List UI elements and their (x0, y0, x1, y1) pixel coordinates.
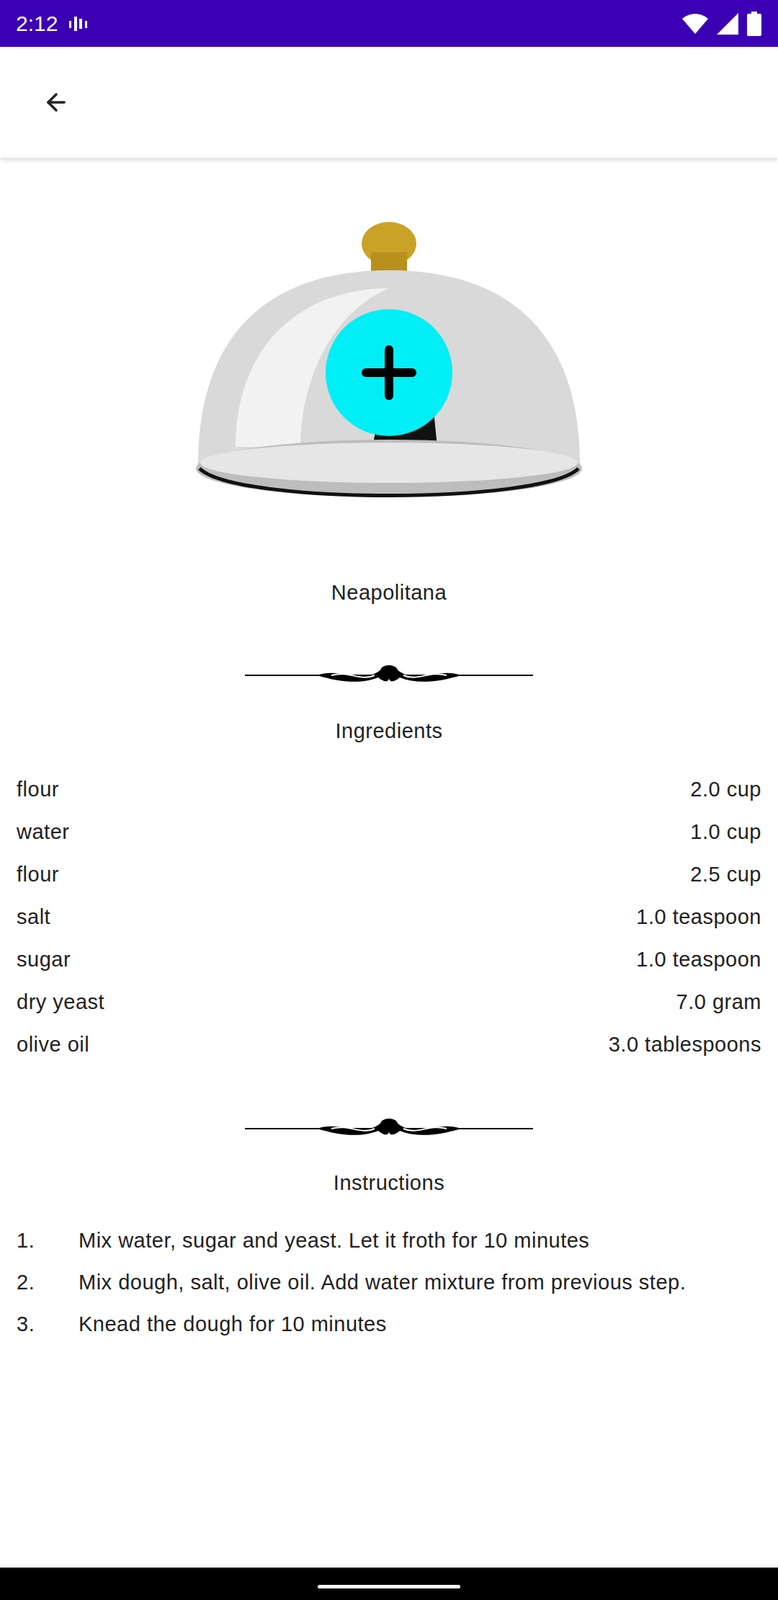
step-number: 2. (16, 1262, 79, 1301)
back-arrow-icon (42, 88, 70, 116)
back-button[interactable] (41, 87, 71, 117)
app-bar (0, 46, 778, 158)
ingredient-amount: 3.0 tablespoons (608, 1028, 762, 1061)
home-handle[interactable] (317, 1584, 461, 1588)
ingredient-amount: 1.0 teaspoon (636, 901, 762, 933)
ingredient-row: flour 2.5 cup (16, 852, 762, 896)
ingredient-row: flour 2.0 cup (16, 767, 762, 811)
status-time: 2:12 (15, 7, 58, 40)
ingredient-amount: 7.0 gram (676, 986, 762, 1018)
ingredient-name: flour (16, 773, 60, 806)
add-photo-button[interactable] (325, 309, 453, 436)
ingredients-heading: Ingredients (335, 716, 444, 745)
instruction-step: 2.Mix dough, salt, olive oil. Add water … (16, 1262, 735, 1301)
ingredient-name: water (16, 816, 70, 848)
vibrate-icon (67, 13, 91, 34)
ingredient-row: dry yeast 7.0 gram (16, 980, 762, 1023)
instruction-step: 1.Mix water, sugar and yeast. Let it fro… (16, 1221, 735, 1259)
ingredient-amount: 1.0 cup (690, 816, 762, 848)
ingredient-amount: 2.5 cup (690, 858, 762, 891)
plus-icon (349, 332, 429, 413)
ingredient-name: flour (16, 858, 60, 891)
ingredient-amount: 1.0 teaspoon (636, 943, 762, 976)
app-screen: 2:12 Neapolitana Ingredients flour 2.0 cup wa… (0, 0, 778, 1600)
ingredient-row: olive oil 3.0 tablespoons (16, 1022, 762, 1066)
recipe-content: Neapolitana Ingredients flour 2.0 cup water 1… (0, 157, 778, 1567)
step-number: 3. (16, 1304, 79, 1343)
step-text: Knead the dough for 10 minutes (78, 1304, 387, 1343)
ingredient-row: sugar 1.0 teaspoon (16, 937, 762, 981)
signal-icon (716, 12, 740, 36)
battery-icon (746, 11, 763, 37)
step-number: 1. (16, 1221, 79, 1259)
ingredient-row: salt 1.0 teaspoon (16, 895, 762, 938)
divider-ornament-icon (244, 1115, 534, 1141)
ingredient-row: water 1.0 cup (16, 810, 762, 853)
status-bar: 2:12 (0, 0, 778, 47)
instructions-heading: Instructions (333, 1167, 445, 1197)
wifi-icon (681, 12, 709, 35)
recipe-image (192, 208, 586, 534)
ingredient-name: dry yeast (16, 986, 105, 1018)
ingredient-amount: 2.0 cup (690, 773, 762, 806)
step-text: Mix water, sugar and yeast. Let it froth… (78, 1221, 590, 1259)
ingredient-name: salt (16, 901, 51, 933)
divider-ornament-icon (244, 662, 534, 688)
instruction-step: 3.Knead the dough for 10 minutes (16, 1304, 735, 1343)
navigation-bar (0, 1566, 778, 1600)
recipe-title: Neapolitana (331, 577, 447, 607)
instructions-list: 1.Mix water, sugar and yeast. Let it fro… (0, 1221, 778, 1343)
ingredient-name: sugar (16, 943, 71, 976)
ingredient-name: olive oil (16, 1028, 90, 1061)
ingredients-list: flour 2.0 cup water 1.0 cup flour 2.5 cup salt… (0, 767, 778, 1066)
step-text: Mix dough, salt, olive oil. Add water mi… (78, 1262, 686, 1301)
